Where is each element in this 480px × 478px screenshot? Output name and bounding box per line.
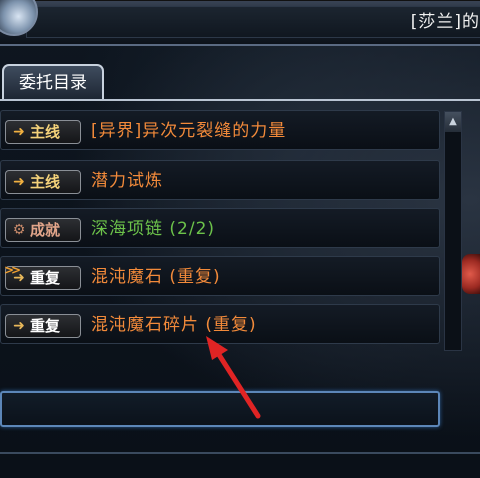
quest-list: ➜ 主线 [异界]异次元裂缝的力量 ➜ 主线 潜力试炼 ⚙ 成就 深海项链 (2… xyxy=(0,104,440,350)
quest-name: 混沌魔石 (重复) xyxy=(91,267,221,287)
red-fist-icon xyxy=(462,254,480,294)
arrow-icon: ➜ xyxy=(13,270,25,286)
quest-type-label: 主线 xyxy=(30,123,61,141)
quest-row[interactable]: >> ➜ 重复 混沌魔石 (重复) xyxy=(0,256,440,296)
quest-row[interactable]: ⚙ 成就 深海项链 (2/2) xyxy=(0,208,440,248)
quest-name: 混沌魔石碎片 (重复) xyxy=(91,315,257,335)
quest-type-badge: ➜ 重复 xyxy=(5,314,81,338)
quest-name: 深海项链 (2/2) xyxy=(91,219,216,239)
scroll-up-icon[interactable]: ▲ xyxy=(445,112,461,132)
quest-list-scrollbar[interactable]: ▲ xyxy=(444,111,462,351)
quest-type-badge: ➜ 主线 xyxy=(5,170,81,194)
quest-name: [异界]异次元裂缝的力量 xyxy=(91,121,287,141)
quest-type-badge: ⚙ 成就 xyxy=(5,218,81,242)
quest-row[interactable]: ➜ 主线 潜力试炼 xyxy=(0,160,440,200)
npc-title: [莎兰]的 xyxy=(410,12,480,32)
quest-type-label: 成就 xyxy=(30,221,61,239)
quest-row[interactable]: ➜ 重复 混沌魔石碎片 (重复) xyxy=(0,304,440,344)
tab-divider xyxy=(0,99,480,101)
gear-icon: ⚙ xyxy=(12,222,26,238)
quest-row[interactable]: ➜ 主线 [异界]异次元裂缝的力量 xyxy=(0,110,440,150)
quest-type-label: 主线 xyxy=(30,173,61,191)
arrow-icon: ➜ xyxy=(13,318,25,334)
quest-detail-box[interactable] xyxy=(0,391,440,427)
dialog-title-bar: [莎兰]的 xyxy=(0,0,480,46)
arrow-icon: ➜ xyxy=(13,124,25,140)
arrow-icon: ➜ xyxy=(13,174,25,190)
quest-type-label: 重复 xyxy=(30,269,61,287)
quest-type-badge: ➜ 主线 xyxy=(5,120,81,144)
quest-type-label: 重复 xyxy=(30,317,61,335)
quest-name: 潜力试炼 xyxy=(91,171,163,191)
panel-divider xyxy=(0,452,480,454)
quest-type-badge: >> ➜ 重复 xyxy=(4,263,81,290)
tab-quest-catalog[interactable]: 委托目录 xyxy=(2,64,104,100)
